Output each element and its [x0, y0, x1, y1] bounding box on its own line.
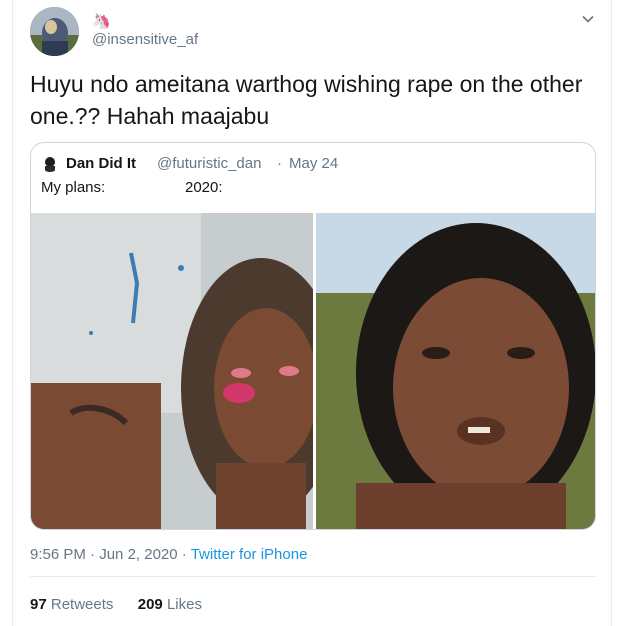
divider — [30, 576, 596, 577]
meta-separator-2: · — [181, 546, 187, 563]
author-avatar[interactable] — [30, 7, 79, 56]
quoted-caption-left: My plans: — [41, 179, 106, 196]
author-handle[interactable]: @insensitive_af — [92, 31, 198, 48]
tweet-stats: 97 Retweets 209 Likes — [30, 596, 202, 613]
likes-stat[interactable]: 209 Likes — [138, 596, 202, 613]
retweets-count: 97 — [30, 596, 47, 613]
retweets-stat[interactable]: 97 Retweets — [30, 596, 118, 613]
tweet-text: Huyu ndo ameitana warthog wishing rape o… — [30, 71, 583, 129]
avatar-image — [30, 7, 79, 56]
author-name-emoji[interactable]: 🦄 — [92, 12, 111, 30]
quoted-date[interactable]: May 24 — [289, 155, 338, 172]
quoted-author-name[interactable]: Dan Did It — [66, 155, 136, 172]
likes-label: Likes — [166, 596, 202, 613]
photo-left-graphic — [31, 213, 313, 529]
likes-count: 209 — [137, 596, 163, 613]
quoted-separator: · — [277, 155, 282, 172]
tweet-time[interactable]: 9:56 PM — [30, 546, 86, 563]
quoted-photo-right[interactable] — [316, 213, 595, 529]
photo-right-graphic — [316, 213, 595, 529]
quoted-photo-left[interactable] — [31, 213, 313, 529]
quoted-author-avatar[interactable] — [41, 154, 59, 172]
tweet-card: 🦄 @insensitive_af Huyu ndo ameitana wart… — [12, 0, 612, 626]
quoted-avatar-image — [41, 154, 59, 172]
quoted-author-handle[interactable]: @futuristic_dan — [157, 155, 261, 172]
quoted-caption-right: 2020: — [185, 179, 223, 196]
tweet-meta: 9:56 PM · Jun 2, 2020 · Twitter for iPho… — [30, 546, 307, 563]
tweet-date[interactable]: Jun 2, 2020 — [99, 546, 177, 563]
chevron-down-icon[interactable] — [581, 12, 595, 26]
tweet-source-link[interactable]: Twitter for iPhone — [191, 546, 308, 563]
meta-separator-1: · — [90, 546, 96, 563]
retweets-label: Retweets — [50, 596, 114, 613]
quoted-tweet[interactable]: Dan Did It @futuristic_dan · May 24 My p… — [30, 142, 596, 530]
